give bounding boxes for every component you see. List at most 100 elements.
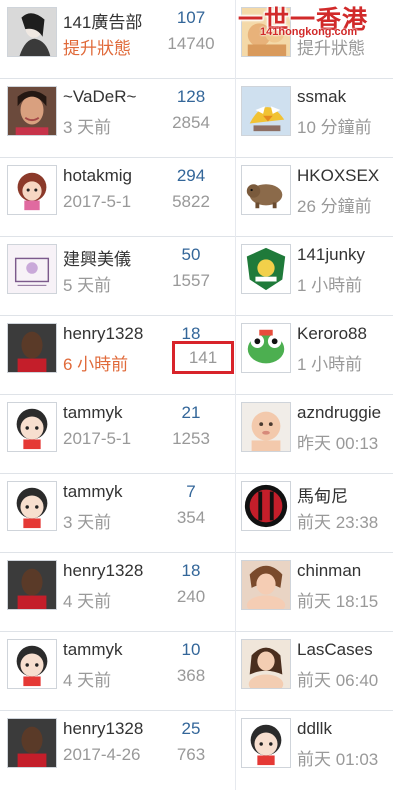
post-time: 4 天前 [63,671,112,690]
avatar[interactable] [7,560,57,610]
view-count: 1557 [172,271,210,290]
post-time: 2017-4-26 [63,745,141,764]
last-post-cell: HKOXSEX 26 分鐘前 [235,158,393,237]
last-poster-name[interactable]: LasCases [297,640,373,660]
reply-count[interactable]: 128 [161,87,221,107]
author-name[interactable]: tammyk [63,403,123,423]
view-count-highlighted: 141 [172,341,234,374]
author-name[interactable]: ~VaDeR~ [63,87,136,107]
avatar[interactable] [7,244,57,294]
last-post-cell: LasCases 前天 06:40 [235,632,393,711]
last-post-time: 前天 01:03 [297,750,379,769]
avatar[interactable] [7,165,57,215]
avatar[interactable] [7,323,57,373]
reply-count[interactable]: 18 [161,324,221,344]
view-count: 14740 [167,34,215,53]
last-poster-name[interactable]: 馬甸尼 [297,482,348,507]
thread-row: henry1328 6 小時前 18 141 Keroro88 1 小時前 [0,316,393,395]
thread-row: tammyk 3 天前 7 354 馬甸尼 前天 23:38 [0,474,393,553]
last-post-time: 1 小時前 [297,355,363,374]
author-name[interactable]: henry1328 [63,561,143,581]
last-post-cell: 馬甸尼 前天 23:38 [235,474,393,553]
last-post-cell: 提升狀態 [235,0,393,79]
author-cell: henry1328 6 小時前 18 141 [0,316,235,395]
post-time: 3 天前 [63,118,112,137]
reply-count[interactable]: 25 [161,719,221,739]
view-count: 763 [176,745,206,764]
last-post-time: 前天 18:15 [297,592,379,611]
thread-row: henry1328 4 天前 18 240 chinman 前天 18:15 [0,553,393,632]
view-count: 368 [176,666,206,685]
last-post-cell: 141junky 1 小時前 [235,237,393,316]
avatar[interactable] [7,86,57,136]
post-time: 6 小時前 [63,355,129,374]
avatar[interactable] [241,718,291,768]
last-post-cell: ddllk 前天 01:03 [235,711,393,790]
author-cell: ~VaDeR~ 3 天前 128 2854 [0,79,235,158]
author-name[interactable]: henry1328 [63,324,143,344]
author-name[interactable]: 141廣告部 [63,8,142,33]
avatar[interactable] [241,560,291,610]
avatar[interactable] [7,481,57,531]
author-name[interactable]: tammyk [63,640,123,660]
last-poster-name[interactable]: HKOXSEX [297,166,379,186]
last-poster-name[interactable]: chinman [297,561,361,581]
thread-row: ~VaDeR~ 3 天前 128 2854 ssmak 10 分鐘前 [0,79,393,158]
last-post-time: 提升狀態 [297,39,365,58]
author-cell: 141廣告部 提升狀態 107 14740 [0,0,235,79]
last-post-time: 10 分鐘前 [297,118,372,137]
author-cell: hotakmig 2017-5-1 294 5822 [0,158,235,237]
reply-count[interactable]: 10 [161,640,221,660]
avatar[interactable] [7,402,57,452]
last-poster-name[interactable]: Keroro88 [297,324,367,344]
post-time: 4 天前 [63,592,112,611]
last-poster-name[interactable]: ssmak [297,87,346,107]
last-post-time: 昨天 00:13 [297,434,379,453]
avatar[interactable] [241,86,291,136]
reply-count[interactable]: 7 [161,482,221,502]
author-name[interactable]: tammyk [63,482,123,502]
thread-row: tammyk 2017-5-1 21 1253 azndruggie 昨天 00… [0,395,393,474]
last-post-time: 1 小時前 [297,276,363,295]
avatar[interactable] [241,481,291,531]
view-count: 5822 [172,192,210,211]
last-post-cell: azndruggie 昨天 00:13 [235,395,393,474]
view-count: 2854 [172,113,210,132]
thread-row: hotakmig 2017-5-1 294 5822 HKOXSEX 26 分鐘… [0,158,393,237]
last-post-cell: Keroro88 1 小時前 [235,316,393,395]
avatar[interactable] [7,7,57,57]
post-time: 2017-5-1 [63,429,132,448]
last-post-time: 前天 23:38 [297,513,379,532]
author-name[interactable]: hotakmig [63,166,132,186]
post-time: 3 天前 [63,513,112,532]
last-poster-name[interactable]: 141junky [297,245,365,265]
reply-count[interactable]: 50 [161,245,221,265]
reply-count[interactable]: 294 [161,166,221,186]
last-post-cell: ssmak 10 分鐘前 [235,79,393,158]
avatar[interactable] [241,244,291,294]
view-count: 354 [176,508,206,527]
author-name[interactable]: 建興美儀 [63,245,131,270]
avatar[interactable] [7,639,57,689]
last-poster-name[interactable]: azndruggie [297,403,381,423]
avatar[interactable] [241,402,291,452]
thread-list: 141廣告部 提升狀態 107 14740 提升狀態 ~VaDeR~ 3 天前 … [0,0,393,790]
avatar[interactable] [241,323,291,373]
author-cell: 建興美儀 5 天前 50 1557 [0,237,235,316]
post-time: 提升狀態 [63,39,131,58]
reply-count[interactable]: 18 [161,561,221,581]
author-cell: henry1328 2017-4-26 25 763 [0,711,235,790]
last-poster-name[interactable]: ddllk [297,719,332,739]
post-time: 5 天前 [63,276,112,295]
author-name[interactable]: henry1328 [63,719,143,739]
author-cell: henry1328 4 天前 18 240 [0,553,235,632]
last-post-cell: chinman 前天 18:15 [235,553,393,632]
avatar[interactable] [241,165,291,215]
reply-count[interactable]: 107 [161,8,221,28]
thread-row: 141廣告部 提升狀態 107 14740 提升狀態 [0,0,393,79]
avatar[interactable] [241,639,291,689]
author-cell: tammyk 3 天前 7 354 [0,474,235,553]
reply-count[interactable]: 21 [161,403,221,423]
avatar[interactable] [7,718,57,768]
avatar[interactable] [241,7,291,57]
